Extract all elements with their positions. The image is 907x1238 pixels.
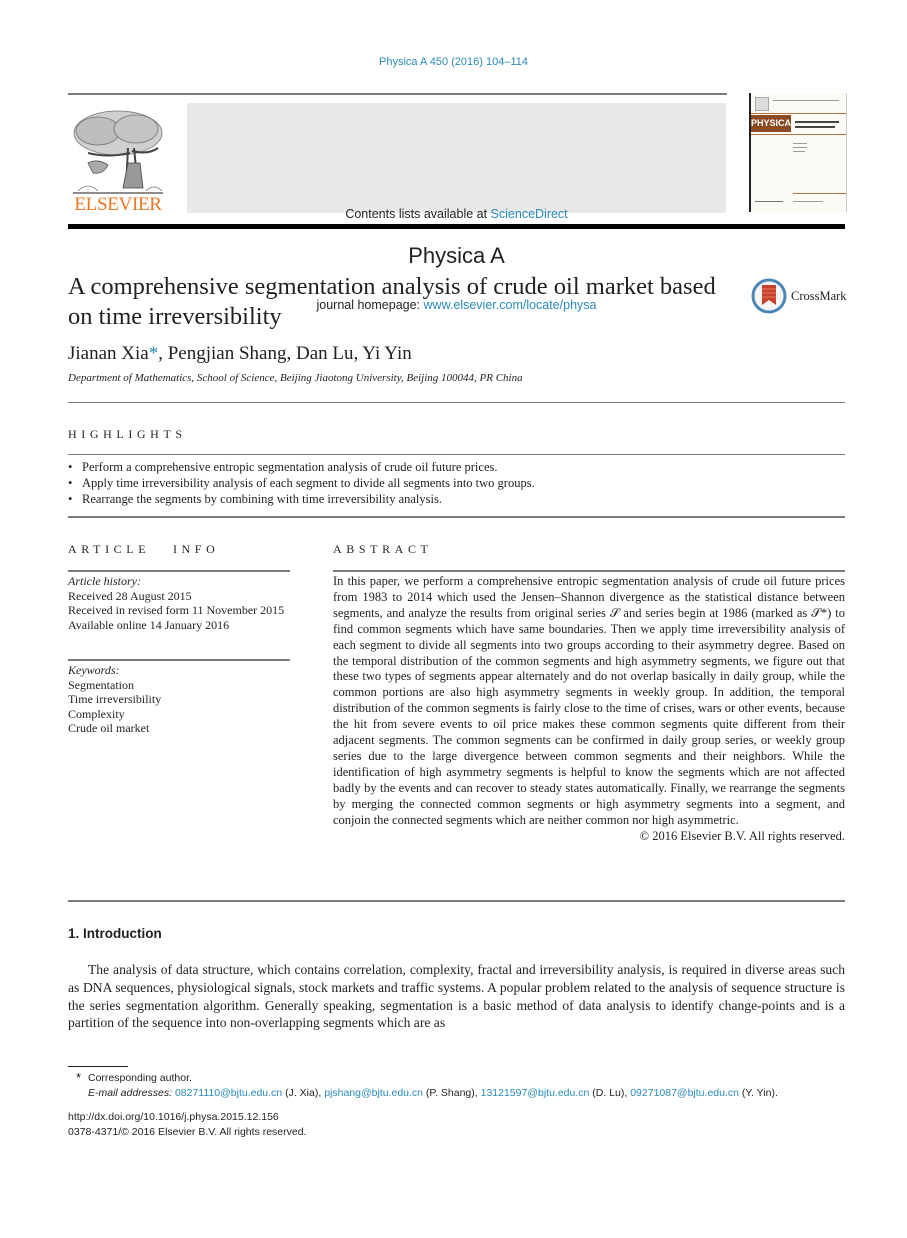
header-divider [68, 93, 727, 95]
cover-subtitle-bar [795, 126, 835, 128]
footnote-rule [68, 1066, 128, 1067]
contents-prefix: Contents lists available at [345, 207, 491, 221]
journal-citation[interactable]: Physica A 450 (2016) 104–114 [0, 56, 907, 68]
cover-editor-line [793, 151, 805, 152]
email-label: E-mail addresses: [88, 1087, 173, 1099]
cover-rule [751, 113, 846, 114]
abstract-text: In this paper, we perform a comprehensiv… [333, 574, 845, 827]
email-link[interactable]: 08271110@bjtu.edu.cn [175, 1087, 282, 1099]
abstract-heading: ABSTRACT [333, 542, 433, 556]
crossmark-badge[interactable]: CrossMark [751, 278, 851, 314]
journal-cover-thumbnail[interactable]: PHYSICA [749, 93, 847, 212]
footnote-marker: * [76, 1070, 82, 1085]
keywords-rule [68, 659, 290, 661]
introduction-heading: 1. Introduction [68, 926, 162, 941]
cover-editor-line [793, 147, 807, 148]
section-divider [68, 402, 845, 403]
cover-rule [751, 134, 846, 135]
journal-name: Physica A [408, 243, 505, 268]
article-info-rule [68, 570, 290, 572]
cover-title: PHYSICA [751, 115, 791, 132]
cover-footer-line [793, 201, 823, 202]
cover-subtitle-bar [795, 121, 839, 123]
article-history: Article history: Received 28 August 2015… [68, 574, 290, 632]
elsevier-wordmark: ELSEVIER [74, 194, 162, 215]
abstract-rule [333, 570, 845, 572]
article-history-label: Article history: [68, 574, 141, 588]
highlights-heading: HIGHLIGHTS [68, 427, 187, 441]
revised-date: Received in revised form 11 November 201… [68, 603, 285, 617]
cover-emblem-icon [755, 97, 769, 111]
article-title: A comprehensive segmentation analysis of… [68, 273, 716, 330]
author-name[interactable]: Pengjian Shang [168, 343, 287, 364]
cover-footer-line [755, 201, 783, 202]
corresponding-author-note: Corresponding author. [88, 1072, 192, 1084]
email-link[interactable]: pjshang@bjtu.edu.cn [324, 1087, 423, 1099]
keyword: Time irreversibility [68, 692, 162, 706]
author-separator: , [286, 343, 296, 364]
received-date: Received 28 August 2015 [68, 588, 192, 603]
highlight-item: Apply time irreversibility analysis of e… [68, 475, 845, 491]
abstract-body: In this paper, we perform a comprehensiv… [333, 574, 845, 844]
email-owner: (Y. Yin). [741, 1087, 778, 1099]
author-name[interactable]: Jianan Xia [68, 343, 149, 364]
keywords-block: Keywords: Segmentation Time irreversibil… [68, 663, 290, 736]
highlight-item: Rearrange the segments by combining with… [68, 491, 845, 507]
highlights-bottom-rule [68, 516, 845, 518]
issn-copyright: 0378-4371/© 2016 Elsevier B.V. All right… [68, 1126, 307, 1138]
introduction-paragraph: The analysis of data structure, which co… [68, 962, 845, 1031]
journal-citation-link[interactable]: Physica A 450 (2016) 104–114 [379, 56, 528, 68]
cover-rule [793, 193, 846, 194]
available-online-date: Available online 14 January 2016 [68, 617, 230, 632]
email-owner: (P. Shang) [425, 1087, 475, 1099]
keyword: Complexity [68, 706, 125, 721]
email-link[interactable]: 09271087@bjtu.edu.cn [630, 1087, 739, 1099]
sciencedirect-link[interactable]: ScienceDirect [491, 207, 568, 221]
email-link[interactable]: 13121597@bjtu.edu.cn [481, 1087, 590, 1099]
abstract-copyright: © 2016 Elsevier B.V. All rights reserved… [639, 828, 845, 843]
highlight-item: Perform a comprehensive entropic segment… [68, 459, 845, 475]
journal-banner: Contents lists available at ScienceDirec… [187, 103, 726, 312]
author-separator: , [353, 343, 363, 364]
crossmark-label: CrossMark [791, 289, 847, 303]
email-owner: (J. Xia) [285, 1087, 319, 1099]
author-list: Jianan Xia*, Pengjian Shang, Dan Lu, Yi … [68, 343, 412, 365]
header-thick-rule [68, 224, 845, 229]
article-info-heading: ARTICLE INFO [68, 542, 220, 556]
keywords-label: Keywords: [68, 663, 120, 677]
crossmark-icon [751, 278, 787, 314]
author-name[interactable]: Yi Yin [362, 343, 411, 364]
author-affiliation: Department of Mathematics, School of Sci… [68, 372, 523, 384]
keyword: Crude oil market [68, 721, 150, 735]
email-addresses: E-mail addresses: 08271110@bjtu.edu.cn (… [88, 1087, 778, 1099]
highlights-list: Perform a comprehensive entropic segment… [68, 459, 845, 507]
email-owner: (D. Lu) [592, 1087, 625, 1099]
corresponding-author-marker[interactable]: * [149, 343, 159, 364]
author-name[interactable]: Dan Lu [296, 343, 354, 364]
keyword: Segmentation [68, 677, 134, 692]
cover-header-rule [773, 100, 839, 101]
doi-link[interactable]: http://dx.doi.org/10.1016/j.physa.2015.1… [68, 1111, 279, 1123]
contents-line: Contents lists available at ScienceDirec… [187, 207, 726, 221]
author-separator: , [158, 343, 168, 364]
front-matter-bottom-rule [68, 900, 845, 902]
highlights-top-rule [68, 454, 845, 455]
cover-editor-line [793, 143, 807, 144]
